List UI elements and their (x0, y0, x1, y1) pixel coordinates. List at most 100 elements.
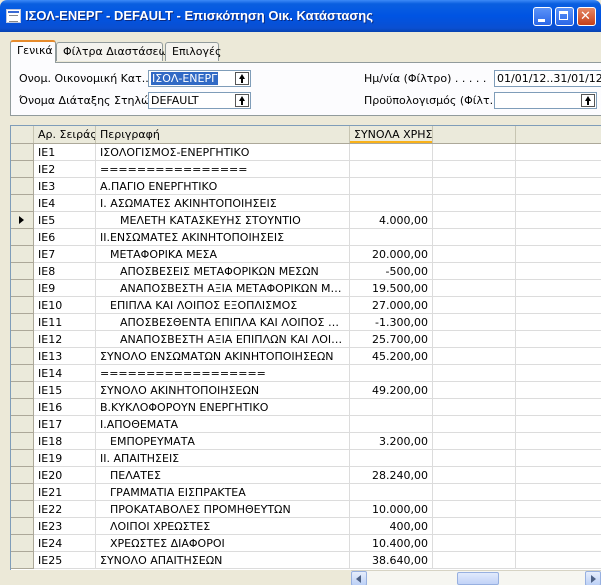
description-cell[interactable]: Β.ΚΥΚΛΟΦΟΡΟΥΝ ΕΝΕΡΓΗΤΙΚΟ (96, 399, 350, 416)
total-use-cell[interactable]: 25.700,00 (350, 331, 433, 348)
row-number-cell[interactable]: IE21 (34, 484, 96, 501)
tab-options[interactable]: Επιλογές (165, 42, 221, 61)
row-selector[interactable] (11, 365, 34, 382)
empty-cell[interactable] (433, 382, 516, 399)
table-row[interactable]: IE20 ΠΕΛΑΤΕΣ 28.240,00 (11, 467, 601, 484)
table-row[interactable]: IE23 ΛΟΙΠΟΙ ΧΡΕΩΣΤΕΣ 400,00 (11, 518, 601, 535)
row-number-cell[interactable]: IE3 (34, 178, 96, 195)
description-cell[interactable]: ΙΣΟΛΟΓΙΣΜΟΣ-ΕΝΕΡΓΗΤΙΚΟ (96, 144, 350, 161)
row-number-cell[interactable]: IE5 (34, 212, 96, 229)
empty-cell[interactable] (433, 212, 516, 229)
table-row[interactable]: IE21 ΓΡΑΜΜΑΤΙΑ ΕΙΣΠΡΑΚΤΕΑ (11, 484, 601, 501)
empty-cell[interactable] (433, 433, 516, 450)
description-cell[interactable]: Ι.ΑΠΟΘΕΜΑΤΑ (96, 416, 350, 433)
row-number-cell[interactable]: IE24 (34, 535, 96, 552)
table-row[interactable]: IE8 ΑΠΟΣΒΕΣΕΙΣ ΜΕΤΑΦΟΡΙΚΩΝ ΜΕΣΩΝ -500,00 (11, 263, 601, 280)
empty-cell[interactable] (516, 263, 601, 280)
table-row[interactable]: IE17 Ι.ΑΠΟΘΕΜΑΤΑ (11, 416, 601, 433)
maximize-button[interactable] (555, 7, 574, 26)
row-number-cell[interactable]: IE11 (34, 314, 96, 331)
row-selector[interactable] (11, 382, 34, 399)
empty-cell[interactable] (433, 535, 516, 552)
description-cell[interactable]: ΕΠΙΠΛΑ ΚΑΙ ΛΟΙΠΟΣ ΕΞΟΠΛΙΣΜΟΣ (96, 297, 350, 314)
row-number-cell[interactable]: IE8 (34, 263, 96, 280)
empty-cell[interactable] (516, 314, 601, 331)
empty-cell[interactable] (433, 467, 516, 484)
empty-cell[interactable] (516, 297, 601, 314)
table-row[interactable]: IE3 Α.ΠΑΓΙΟ ΕΝΕΡΓΗΤΙΚΟ (11, 178, 601, 195)
table-row[interactable]: IE6 ΙΙ.ΕΝΣΩΜΑΤΕΣ ΑΚΙΝΗΤΟΠΟΙΗΣΕΙΣ (11, 229, 601, 246)
description-cell[interactable]: ΑΠΟΣΒΕΣΘΕΝΤΑ ΕΠΙΠΛΑ ΚΑΙ ΛΟΙΠΟΣ ΕΞΟΠ... (96, 314, 350, 331)
scroll-left-button[interactable] (351, 571, 367, 585)
table-row[interactable]: IE13 ΣΥΝΟΛΟ ΕΝΣΩΜΑΤΩΝ ΑΚΙΝΗΤΟΠΟΙΗΣΕΩΝ 45.2… (11, 348, 601, 365)
table-row[interactable]: IE24 ΧΡΕΩΣΤΕΣ ΔΙΑΦΟΡΟΙ 10.400,00 (11, 535, 601, 552)
empty-cell[interactable] (433, 348, 516, 365)
row-number-cell[interactable]: IE20 (34, 467, 96, 484)
row-selector[interactable] (11, 518, 34, 535)
row-selector[interactable] (11, 229, 34, 246)
table-row[interactable]: IE15 ΣΥΝΟΛΟ ΑΚΙΝΗΤΟΠΟΙΗΣΕΩΝ 49.200,00 (11, 382, 601, 399)
row-selector[interactable] (11, 314, 34, 331)
row-number-cell[interactable]: IE10 (34, 297, 96, 314)
total-use-cell[interactable] (350, 416, 433, 433)
total-use-cell[interactable] (350, 195, 433, 212)
budget-filter-field[interactable] (494, 92, 597, 109)
empty-cell[interactable] (516, 331, 601, 348)
row-selector[interactable] (11, 280, 34, 297)
empty-cell[interactable] (433, 144, 516, 161)
row-selector[interactable] (11, 263, 34, 280)
table-row[interactable]: IE14 ================== (11, 365, 601, 382)
column-header-empty[interactable] (516, 126, 601, 143)
description-cell[interactable]: ΠΕΛΑΤΕΣ (96, 467, 350, 484)
row-number-cell[interactable]: IE1 (34, 144, 96, 161)
empty-cell[interactable] (433, 416, 516, 433)
description-cell[interactable]: ΜΕΛΕΤΗ ΚΑΤΑΣΚΕΥΗΣ ΣΤΟΥΝΤΙΟ (96, 212, 350, 229)
row-number-cell[interactable]: IE18 (34, 433, 96, 450)
total-use-cell[interactable]: 49.200,00 (350, 382, 433, 399)
row-selector[interactable] (11, 450, 34, 467)
row-selector[interactable] (11, 246, 34, 263)
total-use-cell[interactable]: 19.500,00 (350, 280, 433, 297)
empty-cell[interactable] (516, 382, 601, 399)
row-selector[interactable] (11, 144, 34, 161)
total-use-cell[interactable] (350, 144, 433, 161)
empty-cell[interactable] (433, 518, 516, 535)
total-use-cell[interactable] (350, 399, 433, 416)
row-number-cell[interactable]: IE12 (34, 331, 96, 348)
minimize-button[interactable] (533, 7, 552, 26)
description-cell[interactable]: Ι. ΑΣΩΜΑΤΕΣ ΑΚΙΝΗΤΟΠΟΙΗΣΕΙΣ (96, 195, 350, 212)
description-cell[interactable]: ΙΙ.ΕΝΣΩΜΑΤΕΣ ΑΚΙΝΗΤΟΠΟΙΗΣΕΙΣ (96, 229, 350, 246)
empty-cell[interactable] (516, 144, 601, 161)
total-use-cell[interactable]: 38.640,00 (350, 552, 433, 569)
row-selector[interactable] (11, 212, 34, 229)
table-row[interactable]: IE4 Ι. ΑΣΩΜΑΤΕΣ ΑΚΙΝΗΤΟΠΟΙΗΣΕΙΣ (11, 195, 601, 212)
title-bar[interactable]: ΙΣΟΛ-ΕΝΕΡΓ - DEFAULT - Επισκόπηση Οικ. Κ… (0, 0, 601, 32)
description-cell[interactable]: ================ (96, 161, 350, 178)
row-selector[interactable] (11, 535, 34, 552)
table-row[interactable]: IE19 ΙΙ. ΑΠΑΙΤΗΣΕΙΣ (11, 450, 601, 467)
total-use-cell[interactable]: 27.000,00 (350, 297, 433, 314)
row-selector[interactable] (11, 178, 34, 195)
description-cell[interactable]: ΣΥΝΟΛΟ ΑΚΙΝΗΤΟΠΟΙΗΣΕΩΝ (96, 382, 350, 399)
empty-cell[interactable] (516, 348, 601, 365)
empty-cell[interactable] (433, 280, 516, 297)
empty-cell[interactable] (433, 229, 516, 246)
table-row[interactable]: IE1 ΙΣΟΛΟΓΙΣΜΟΣ-ΕΝΕΡΓΗΤΙΚΟ (11, 144, 601, 161)
description-cell[interactable]: ΓΡΑΜΜΑΤΙΑ ΕΙΣΠΡΑΚΤΕΑ (96, 484, 350, 501)
lookup-up-arrow-icon[interactable] (235, 94, 249, 107)
column-header-empty[interactable] (433, 126, 516, 143)
empty-cell[interactable] (516, 501, 601, 518)
row-number-cell[interactable]: IE4 (34, 195, 96, 212)
column-header-total-use[interactable]: ΣΥΝΟΛΑ ΧΡΗΣΗ (350, 126, 433, 143)
total-use-cell[interactable]: 3.200,00 (350, 433, 433, 450)
table-row[interactable]: IE9 ΑΝΑΠΟΣΒΕΣΤΗ ΑΞΙΑ ΜΕΤΑΦΟΡΙΚΩΝ ΜΕΣΩΝ 19.… (11, 280, 601, 297)
financial-statement-field[interactable]: ΙΣΟΛ-ΕΝΕΡΓ (148, 70, 251, 87)
description-cell[interactable]: ================== (96, 365, 350, 382)
empty-cell[interactable] (516, 280, 601, 297)
row-number-cell[interactable]: IE13 (34, 348, 96, 365)
row-selector[interactable] (11, 161, 34, 178)
description-cell[interactable]: ΧΡΕΩΣΤΕΣ ΔΙΑΦΟΡΟΙ (96, 535, 350, 552)
total-use-cell[interactable] (350, 365, 433, 382)
row-selector[interactable] (11, 433, 34, 450)
row-number-cell[interactable]: IE23 (34, 518, 96, 535)
